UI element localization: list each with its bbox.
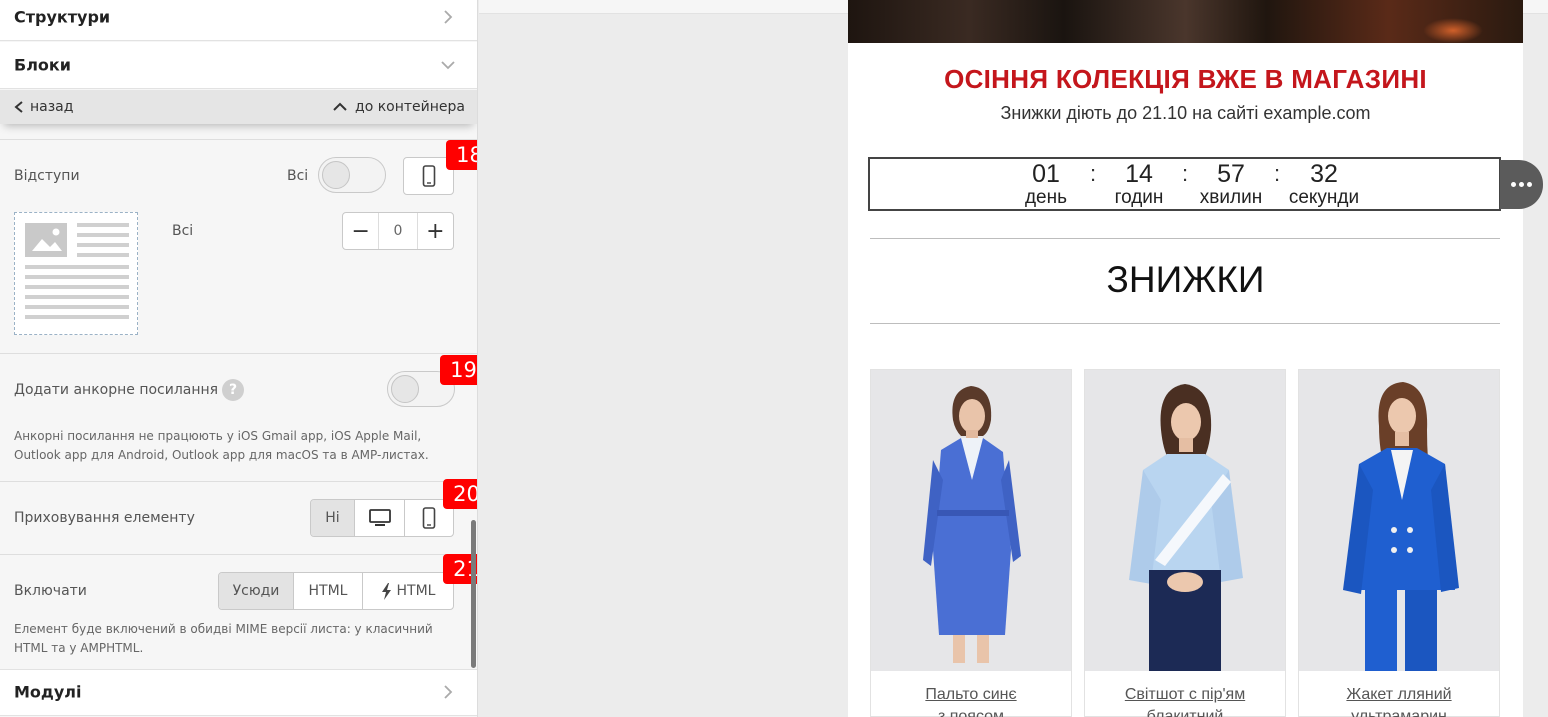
padding-label: Відступи	[14, 168, 80, 184]
divider-line	[870, 238, 1500, 239]
timer-minutes-value: 57	[1217, 160, 1245, 188]
countdown-timer[interactable]: 01 день : 14 годин : 57 хвилин : 32 секу…	[868, 157, 1501, 211]
include-label: Включати	[14, 583, 87, 599]
back-button-label: назад	[30, 99, 74, 115]
more-dots-icon[interactable]	[1500, 160, 1543, 209]
product-card[interactable]: Жакет лляний ультрамарин	[1298, 369, 1500, 717]
timer-days-value: 01	[1032, 160, 1060, 188]
timer-hours-unit: годин	[1114, 187, 1164, 208]
product-name-line1: Жакет лляний	[1346, 686, 1452, 703]
padding-stepper: − 0 +	[342, 212, 454, 250]
product-photo-sweater[interactable]	[1085, 370, 1285, 671]
product-photo-coat[interactable]	[871, 370, 1071, 671]
product-name-line2: блакитний	[1146, 708, 1224, 717]
email-preview: ОСІННЯ КОЛЕКЦІЯ ВЖЕ В МАГАЗИНІ Знижки ді…	[848, 0, 1523, 717]
padding-all-label: Всі	[172, 223, 194, 239]
hide-element-label: Приховування елементу	[14, 510, 195, 526]
hide-element-segmented: Ні	[310, 499, 454, 537]
hide-desktop-option[interactable]	[355, 500, 405, 536]
annotation-badge-18: 18	[446, 140, 477, 170]
section-structures-label: Структури	[14, 7, 111, 27]
product-name-line1: Пальто синє	[925, 686, 1017, 703]
decrement-button[interactable]: −	[343, 213, 378, 249]
anchor-label: Додати анкорне посилання	[14, 382, 219, 398]
annotation-badge-19: 19	[440, 355, 477, 385]
padding-value[interactable]: 0	[378, 213, 418, 249]
lightning-icon	[381, 582, 391, 600]
annotation-badge-20: 20	[443, 479, 477, 509]
woman-blue-sweater-image	[1085, 370, 1285, 671]
section-modules-label: Модулі	[14, 682, 82, 702]
chevron-right-icon	[444, 10, 453, 24]
product-card[interactable]: Пальто синє з поясом	[870, 369, 1072, 717]
include-hint: Елемент буде включений в обидві MIME вер…	[14, 620, 433, 658]
email-subtitle[interactable]: Знижки діють до 21.10 на сайті example.c…	[848, 103, 1523, 124]
help-icon[interactable]: ?	[222, 379, 245, 401]
timer-minutes-unit: хвилин	[1199, 187, 1263, 208]
divider	[0, 139, 477, 140]
include-amp-html-option[interactable]: HTML	[363, 573, 453, 609]
product-name-line2: ультрамарин	[1351, 708, 1447, 717]
toggle-knob	[322, 161, 350, 189]
timer-minutes: 57 хвилин	[1186, 159, 1276, 208]
chevron-down-icon	[441, 61, 455, 70]
hero-image[interactable]	[848, 0, 1523, 43]
timer-seconds-unit: секунди	[1288, 187, 1360, 208]
timer-hours-value: 14	[1125, 160, 1153, 188]
section-structures[interactable]: Структури	[0, 0, 477, 41]
divider	[0, 554, 477, 555]
woman-blue-suit-image	[1299, 370, 1499, 671]
desktop-icon	[368, 509, 391, 526]
to-container-label: до контейнера	[355, 99, 465, 115]
timer-days: 01 день	[1001, 159, 1091, 208]
section-title[interactable]: ЗНИЖКИ	[848, 259, 1523, 301]
product-name-link[interactable]: Світшот с пір'ям блакитний	[1085, 684, 1285, 717]
section-modules[interactable]: Модулі	[0, 669, 477, 716]
back-button[interactable]: назад	[14, 99, 73, 115]
product-name-line1: Світшот с пір'ям	[1124, 686, 1246, 703]
timer-days-unit: день	[1024, 187, 1068, 208]
to-container-button[interactable]: до контейнера	[333, 99, 465, 115]
timer-seconds: 32 секунди	[1279, 159, 1369, 208]
block-preview-thumbnail	[14, 212, 138, 335]
anchor-hint-line2: Outlook app для Android, Outlook app для…	[14, 448, 429, 462]
divider	[0, 481, 477, 482]
chevron-up-icon	[333, 102, 347, 111]
anchor-hint: Анкорні посилання не працюють у iOS Gmai…	[14, 427, 429, 465]
divider	[0, 353, 477, 354]
chevron-left-icon	[14, 101, 23, 113]
include-hint-line1: Елемент буде включений в обидві MIME вер…	[14, 622, 433, 636]
panel-scrollbar[interactable]	[471, 520, 476, 668]
include-html-option[interactable]: HTML	[294, 573, 363, 609]
product-photo-jacket[interactable]	[1299, 370, 1499, 671]
section-blocks-label: Блоки	[14, 55, 71, 75]
image-text-layout-icon	[25, 223, 129, 319]
email-title[interactable]: ОСІННЯ КОЛЕКЦІЯ ВЖЕ В МАГАЗИНІ	[848, 64, 1523, 95]
block-navigation-bar: назад до контейнера	[0, 90, 477, 124]
include-hint-line2: HTML та у AMPHTML.	[14, 641, 144, 655]
hide-none-option[interactable]: Ні	[311, 500, 355, 536]
padding-all-toggle[interactable]	[318, 157, 386, 193]
toggle-knob	[391, 375, 419, 403]
anchor-hint-line1: Анкорні посилання не працюють у iOS Gmai…	[14, 429, 422, 443]
padding-all-toggle-label: Всі	[287, 168, 309, 184]
product-name-link[interactable]: Пальто синє з поясом	[871, 684, 1071, 717]
timer-seconds-value: 32	[1310, 160, 1338, 188]
anchor-label-row: Додати анкорне посилання ?	[14, 379, 245, 401]
divider-line	[870, 323, 1500, 324]
amp-html-label: HTML	[396, 583, 436, 599]
product-name-link[interactable]: Жакет лляний ультрамарин	[1299, 684, 1499, 717]
woman-blue-coat-image	[871, 370, 1071, 671]
section-blocks[interactable]: Блоки	[0, 42, 477, 89]
settings-panel: Структури Блоки назад до контейнера Відс…	[0, 0, 478, 717]
increment-button[interactable]: +	[418, 213, 453, 249]
include-segmented: Усюди HTML HTML	[218, 572, 454, 610]
chevron-right-icon	[444, 685, 453, 699]
timer-hours: 14 годин	[1094, 159, 1184, 208]
include-everywhere-option[interactable]: Усюди	[219, 573, 294, 609]
product-name-line2: з поясом	[937, 708, 1005, 717]
mobile-icon	[422, 507, 436, 529]
product-card[interactable]: Світшот с пір'ям блакитний	[1084, 369, 1286, 717]
mobile-icon	[422, 165, 435, 187]
